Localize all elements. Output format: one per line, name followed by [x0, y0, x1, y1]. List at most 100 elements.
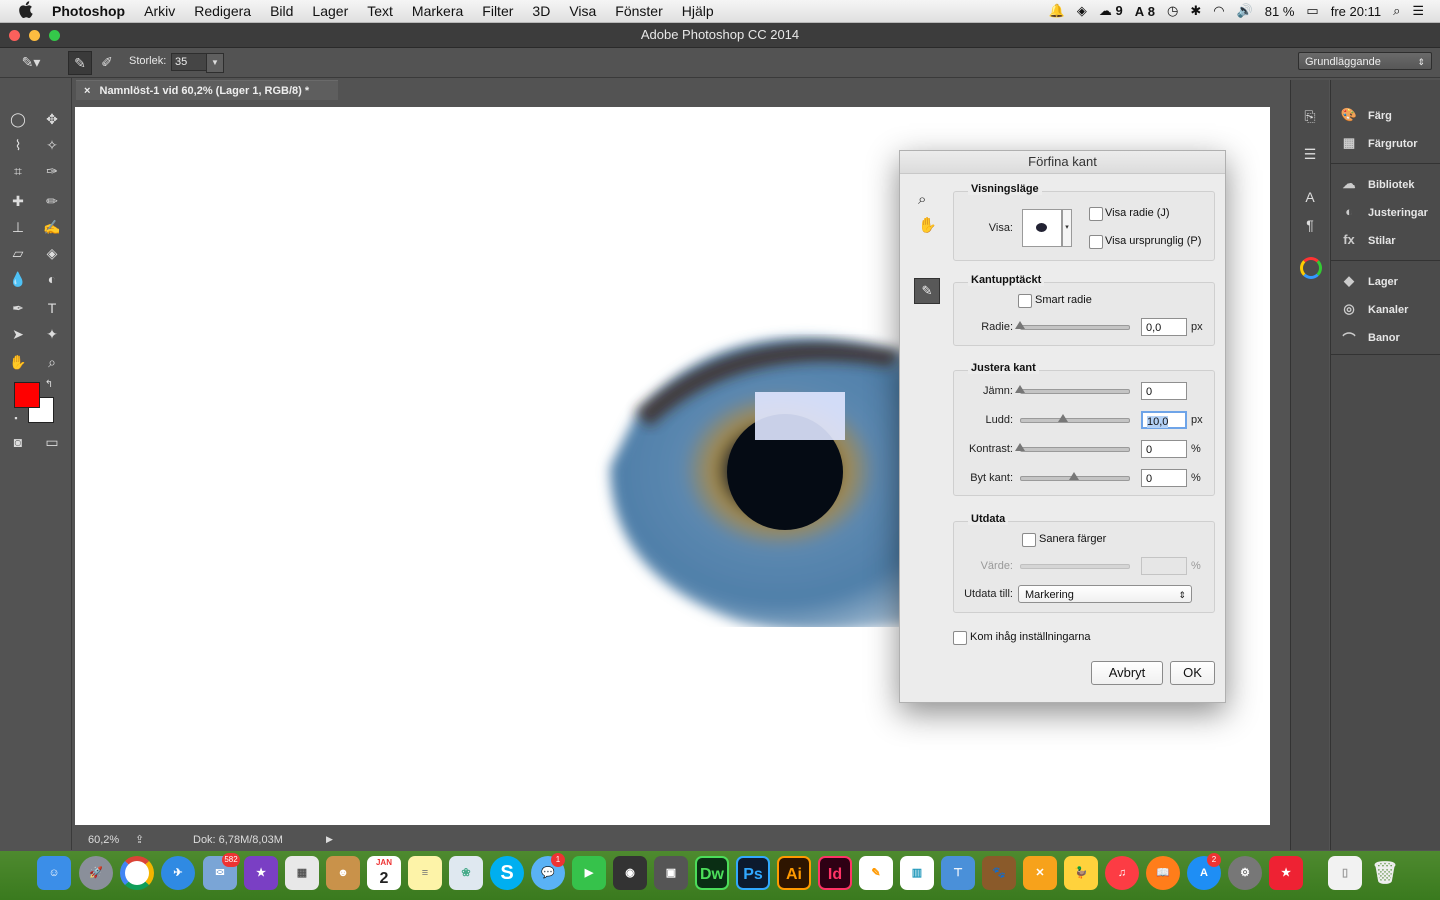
itunes-icon[interactable]: ♫ — [1105, 856, 1139, 890]
smooth-input[interactable]: 0 — [1141, 382, 1187, 400]
menu-filter[interactable]: Filter — [482, 3, 513, 19]
erase-refinements-tool-icon[interactable]: ✐ — [96, 51, 118, 73]
apple-icon[interactable] — [18, 1, 38, 21]
status-menu-arrow-icon[interactable]: ▶ — [326, 834, 333, 845]
document-folder-icon[interactable]: ▯ — [1328, 856, 1362, 890]
feather-slider-thumb[interactable] — [1058, 414, 1069, 422]
move-icon[interactable]: ✥ — [41, 108, 63, 130]
skype-icon[interactable]: S — [490, 856, 524, 890]
dropbox-icon[interactable]: ◈ — [1077, 3, 1087, 19]
zoom-icon[interactable]: ⌕ — [41, 351, 63, 373]
close-window-button[interactable] — [9, 30, 20, 41]
ai-status-icon[interactable]: A 8 — [1135, 4, 1155, 19]
foreground-color-swatch[interactable] — [14, 382, 40, 408]
menu-3d[interactable]: 3D — [532, 3, 550, 19]
menu-redigera[interactable]: Redigera — [194, 3, 251, 19]
size-input[interactable]: 35 — [171, 53, 209, 71]
zoom-level[interactable]: 60,2% — [88, 834, 119, 846]
numbers-icon[interactable]: ▥ — [900, 856, 934, 890]
bluetooth-icon[interactable]: ✱ — [1190, 3, 1201, 19]
panel-bibliotek[interactable]: ☁ Bibliotek — [1339, 173, 1415, 197]
panel-stilar[interactable]: fx Stilar — [1339, 229, 1395, 253]
smooth-slider-thumb[interactable] — [1015, 385, 1025, 393]
character-icon[interactable]: A — [1299, 186, 1321, 208]
workspace-select[interactable]: Grundläggande ⇕ — [1298, 52, 1432, 70]
trash-icon[interactable]: 🗑 — [1368, 856, 1402, 890]
battery-percent[interactable]: 81 % — [1265, 4, 1295, 19]
photo-booth-icon[interactable]: ◉ — [613, 856, 647, 890]
dodge-icon[interactable]: ◐ — [41, 268, 63, 290]
output-to-select[interactable]: Markering ⇕ — [1018, 585, 1192, 603]
swap-colors-icon[interactable]: ↰ — [42, 378, 56, 392]
contrast-slider[interactable] — [1020, 447, 1130, 452]
panel-justeringar[interactable]: ◐ Justeringar — [1339, 201, 1428, 225]
keynote-icon[interactable]: ⊤ — [941, 856, 975, 890]
xmind-icon[interactable]: ✕ — [1023, 856, 1057, 890]
remember-settings-checkbox[interactable] — [953, 631, 967, 645]
pages-icon[interactable]: ✎ — [859, 856, 893, 890]
illustrator-icon[interactable]: Ai — [777, 856, 811, 890]
notification-bell-icon[interactable]: 🔔 — [1049, 3, 1065, 19]
close-tab-icon[interactable]: × — [84, 85, 90, 97]
shift-edge-input[interactable]: 0 — [1141, 469, 1187, 487]
decontaminate-checkbox[interactable] — [1022, 533, 1036, 547]
notification-center-icon[interactable]: ☰ — [1412, 3, 1424, 19]
chrome-icon[interactable] — [120, 856, 154, 890]
show-radius-checkbox[interactable] — [1089, 207, 1103, 221]
menu-fonster[interactable]: Fönster — [615, 3, 662, 19]
crop-icon[interactable]: ⌗ — [7, 160, 29, 182]
radius-slider[interactable] — [1020, 325, 1130, 330]
ibooks-icon[interactable]: 📖 — [1146, 856, 1180, 890]
lasso-icon[interactable]: ◯ — [7, 108, 29, 130]
dreamweaver-icon[interactable]: Dw — [695, 856, 729, 890]
eraser-icon[interactable]: ▱ — [7, 242, 29, 264]
photos-icon[interactable]: ▣ — [654, 856, 688, 890]
healing-brush-icon[interactable]: ✚ — [7, 190, 29, 212]
preview-icon[interactable]: ❀ — [449, 856, 483, 890]
refine-radius-brush-icon[interactable]: ✎ — [914, 278, 940, 304]
clone-stamp-icon[interactable]: ⊥ — [7, 216, 29, 238]
brush-icon[interactable]: ✏ — [41, 190, 63, 212]
panel-lager[interactable]: ◆ Lager — [1339, 270, 1398, 294]
time-machine-icon[interactable]: ◷ — [1167, 3, 1178, 19]
refine-radius-tool-icon[interactable]: ✎ — [68, 51, 92, 75]
safari-icon[interactable]: ✈ — [161, 856, 195, 890]
menu-text[interactable]: Text — [367, 3, 393, 19]
pen-icon[interactable]: ✒ — [7, 297, 29, 319]
type-icon[interactable]: T — [41, 297, 63, 319]
contrast-slider-thumb[interactable] — [1015, 443, 1025, 451]
blur-icon[interactable]: 💧 — [7, 268, 29, 290]
custom-shape-icon[interactable]: ✦ — [41, 323, 63, 345]
paragraph-icon[interactable]: ¶ — [1299, 214, 1321, 236]
path-selection-icon[interactable]: ➤ — [7, 323, 29, 345]
menu-hjalp[interactable]: Hjälp — [682, 3, 714, 19]
battery-icon[interactable]: ▭ — [1306, 3, 1318, 19]
view-mode-thumbnail[interactable] — [1022, 209, 1062, 247]
view-mode-dropdown[interactable]: ▾ — [1062, 209, 1072, 247]
contrast-input[interactable]: 0 — [1141, 440, 1187, 458]
properties-icon[interactable]: ☰ — [1299, 143, 1321, 165]
panel-kanaler[interactable]: ◎ Kanaler — [1339, 298, 1408, 322]
system-preferences-icon[interactable]: ⚙ — [1228, 856, 1262, 890]
minimize-window-button[interactable] — [29, 30, 40, 41]
hand-icon[interactable]: ✋ — [7, 351, 29, 373]
gimp-icon[interactable]: 🐾 — [982, 856, 1016, 890]
launchpad-icon[interactable]: 🚀 — [79, 856, 113, 890]
radius-slider-thumb[interactable] — [1015, 321, 1025, 329]
panel-fargrutor[interactable]: ▦ Färgrutor — [1339, 132, 1418, 156]
cyberduck-icon[interactable]: 🦆 — [1064, 856, 1098, 890]
zoom-tool-icon[interactable]: ⌕ — [918, 191, 926, 208]
volume-icon[interactable]: 🔊 — [1237, 3, 1253, 19]
menu-bild[interactable]: Bild — [270, 3, 293, 19]
panel-banor[interactable]: ⌒ Banor — [1339, 326, 1399, 350]
contacts-icon[interactable]: ☻ — [326, 856, 360, 890]
history-icon[interactable]: ⎘ — [1299, 105, 1321, 127]
color-wheel-icon[interactable] — [1300, 257, 1322, 279]
photoshop-icon[interactable]: Ps — [736, 856, 770, 890]
polygon-lasso-icon[interactable]: ⌇ — [7, 134, 29, 156]
notes-icon[interactable]: ≡ — [408, 856, 442, 890]
spotlight-icon[interactable]: ⌕ — [1393, 3, 1400, 19]
quick-mask-icon[interactable]: ◙ — [7, 431, 29, 453]
indesign-icon[interactable]: Id — [818, 856, 852, 890]
share-icon[interactable]: ⇪ — [135, 833, 144, 846]
